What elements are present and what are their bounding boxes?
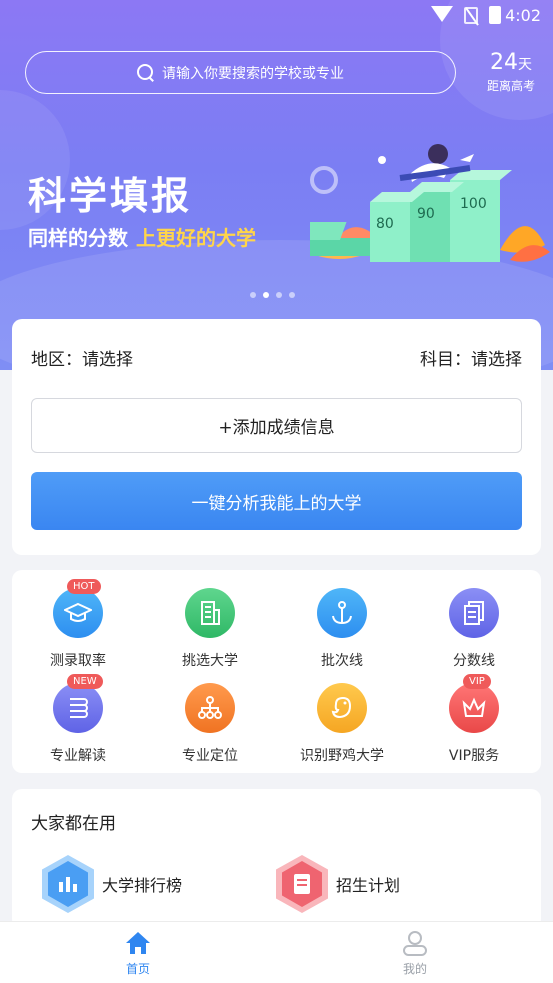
countdown-label: 距离高考 [486, 79, 535, 93]
crown-icon: VIP [449, 674, 499, 733]
book-icon: NEW [53, 674, 103, 733]
enrollment-plan-link[interactable]: 招生计划 [276, 855, 400, 913]
banner-illustration: 80 90 100 [310, 144, 550, 262]
banner-subtitle-highlight: 上更好的大学 [136, 226, 256, 250]
tool-badge: NEW [67, 674, 103, 689]
countdown-unit: 天 [518, 57, 532, 73]
chick-icon [317, 683, 367, 733]
tool-label: 挑选大学 [182, 653, 238, 669]
tool-label: 识别野鸡大学 [300, 748, 384, 764]
graduation-cap-icon: HOT [53, 579, 103, 638]
tool-book[interactable]: NEW 专业解读 [12, 674, 144, 765]
banner-title[interactable]: 科学填报 [28, 165, 192, 220]
building-icon [185, 588, 235, 638]
battery-icon [489, 6, 501, 24]
tool-graduation-cap[interactable]: HOT 测录取率 [12, 579, 144, 670]
document-stack-icon [449, 588, 499, 638]
tab-mine[interactable]: 我的 [375, 930, 455, 977]
popular-card: 大家都在用 大学排行榜 招生计划 [12, 789, 541, 929]
tool-badge: HOT [67, 579, 101, 594]
carousel-dot[interactable] [250, 292, 256, 298]
carousel-dot-active[interactable] [263, 292, 269, 298]
search-icon [137, 64, 154, 81]
bar-chart-icon [48, 861, 88, 907]
bottom-tab-bar: 首页 我的 [0, 921, 553, 983]
book-label-100: 100 [460, 196, 487, 212]
rankings-label: 大学排行榜 [102, 876, 183, 895]
tab-home-label: 首页 [125, 962, 150, 976]
tools-grid: HOT 测录取率 挑选大学 批次线 分数线 NEW 专业解读 专业定位 识别野鸡大学 VIP VIP… [12, 570, 541, 773]
tab-mine-label: 我的 [402, 962, 427, 976]
carousel-dot[interactable] [289, 292, 295, 298]
banner-subtitle: 同样的分数 上更好的大学 [28, 222, 256, 251]
tool-crown[interactable]: VIP VIP服务 [408, 674, 540, 765]
status-time: 4:02 [505, 6, 541, 25]
status-bar: 4:02 [0, 0, 553, 32]
add-score-button[interactable]: +添加成绩信息 [31, 398, 522, 453]
tab-home[interactable]: 首页 [98, 930, 178, 977]
countdown-number: 24 [490, 50, 518, 75]
book-label-90: 90 [417, 206, 435, 222]
user-icon [403, 931, 427, 956]
org-chart-icon [185, 683, 235, 733]
tool-badge: VIP [463, 674, 491, 689]
tool-label: 分数线 [453, 653, 495, 669]
rankings-hex [42, 855, 94, 913]
tool-document-stack[interactable]: 分数线 [408, 588, 540, 670]
rankings-link[interactable]: 大学排行榜 [42, 855, 182, 913]
carousel-dots [250, 292, 295, 298]
subject-selector[interactable]: 科目：请选择 [420, 345, 522, 370]
tool-anchor[interactable]: 批次线 [276, 588, 408, 670]
tool-label: 专业定位 [182, 748, 238, 764]
banner-subtitle-prefix: 同样的分数 [28, 226, 128, 250]
tool-label: 批次线 [321, 653, 363, 669]
carousel-dot[interactable] [276, 292, 282, 298]
tool-label: 专业解读 [50, 748, 106, 764]
document-icon [282, 861, 322, 907]
exam-countdown: 24天 距离高考 [480, 50, 542, 94]
region-selector[interactable]: 地区：请选择 [31, 345, 133, 370]
book-label-80: 80 [376, 216, 394, 232]
search-placeholder: 请输入你要搜索的学校或专业 [162, 65, 344, 82]
tool-label: 测录取率 [50, 653, 106, 669]
tool-org-chart[interactable]: 专业定位 [144, 683, 276, 765]
tool-label: VIP服务 [448, 748, 500, 764]
score-form-card: 地区：请选择 科目：请选择 +添加成绩信息 一键分析我能上的大学 [12, 319, 541, 555]
tool-building[interactable]: 挑选大学 [144, 588, 276, 670]
search-input[interactable]: 请输入你要搜索的学校或专业 [25, 51, 456, 94]
wifi-icon [431, 6, 453, 22]
anchor-icon [317, 588, 367, 638]
tool-chick[interactable]: 识别野鸡大学 [276, 683, 408, 765]
analyze-button[interactable]: 一键分析我能上的大学 [31, 472, 522, 530]
no-sim-icon [464, 7, 478, 24]
enrollment-plan-label: 招生计划 [336, 876, 401, 895]
enrollment-hex [276, 855, 328, 913]
popular-title: 大家都在用 [31, 814, 116, 834]
home-icon [126, 932, 150, 954]
filter-row: 地区：请选择 科目：请选择 [31, 345, 522, 370]
hero-banner: 4:02 请输入你要搜索的学校或专业 24天 距离高考 科学填报 同样的分数 上更… [0, 0, 553, 370]
